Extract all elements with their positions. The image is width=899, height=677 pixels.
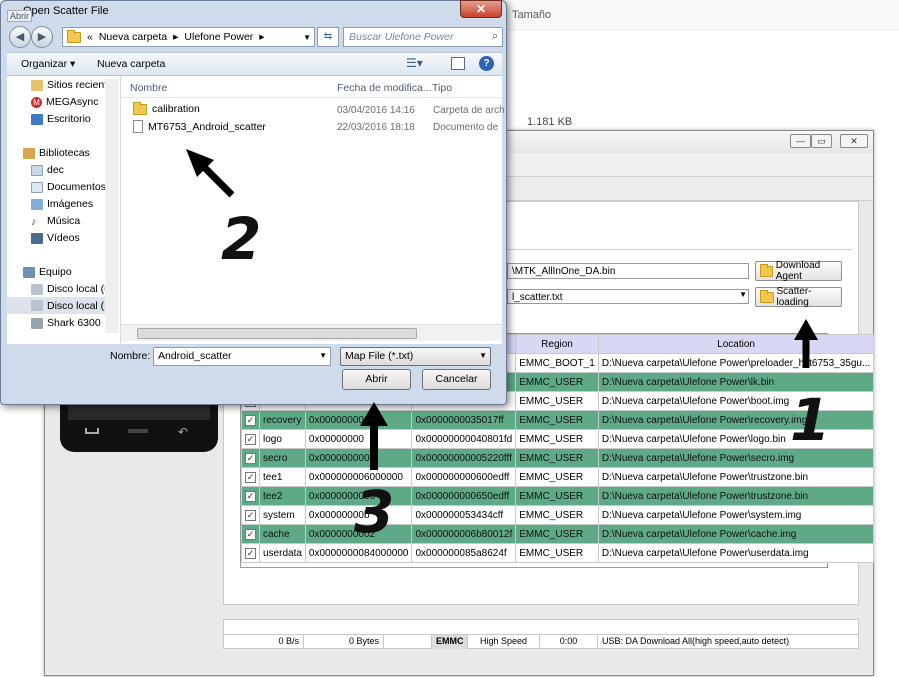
arrow-3 — [360, 402, 388, 470]
annotation-number-2: 2 — [221, 205, 262, 273]
arrow-2 — [186, 149, 235, 198]
annotation-number-3: 3 — [354, 478, 395, 546]
arrow-1 — [794, 319, 818, 368]
annotation-overlay — [186, 149, 818, 470]
annotation-number-1: 1 — [790, 386, 831, 454]
